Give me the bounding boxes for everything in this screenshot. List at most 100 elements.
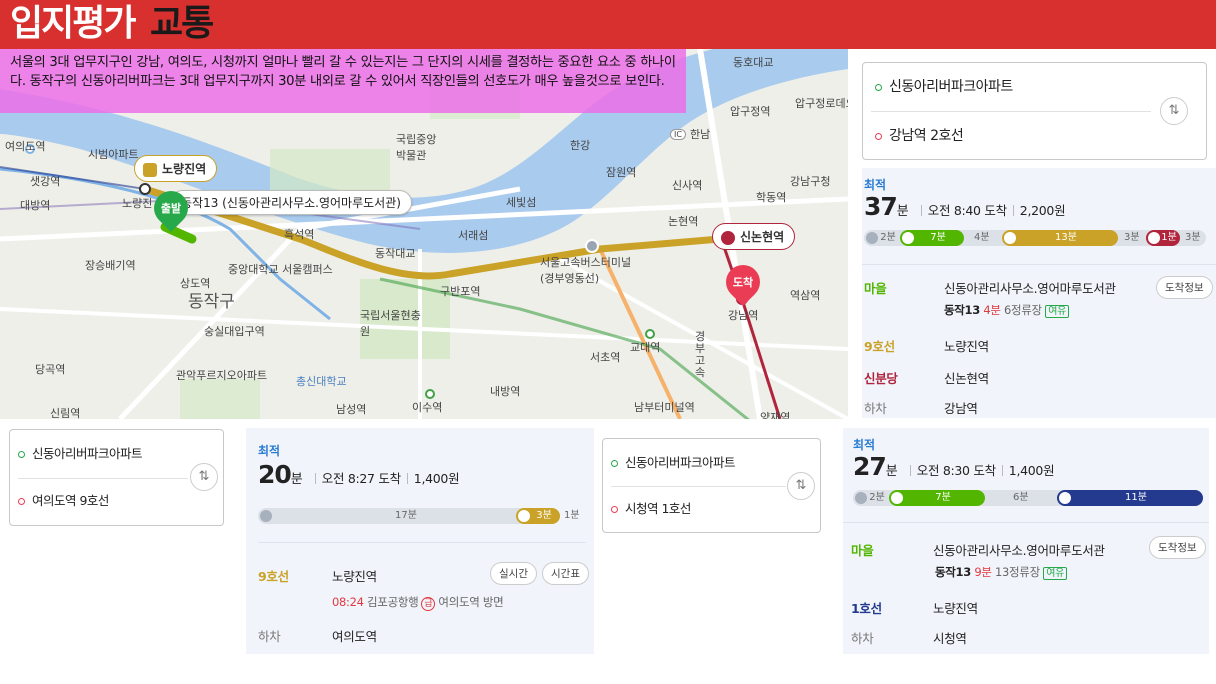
bus-route-tag[interactable]: 동작13 (신동아관리사무소.영어마루도서관)	[170, 190, 412, 215]
subway-icon	[1004, 232, 1016, 244]
minute-unit: 분	[896, 204, 909, 219]
route-summary[interactable]: 27분 오전 8:30 도착 1,400원	[853, 452, 1055, 481]
label-apgujeong: 압구정역	[730, 105, 771, 118]
from-text: 신동아리버파크아파트	[625, 455, 736, 470]
step-line9-stop[interactable]: 노량진역	[332, 566, 377, 585]
dest-dot-icon	[18, 498, 25, 505]
step-sinbundang-stop[interactable]: 신논현역	[944, 368, 989, 387]
timetable-button[interactable]: 시간표	[542, 562, 589, 585]
to-text: 시청역 1호선	[625, 501, 691, 516]
arrival-info-button[interactable]: 도착정보	[1156, 276, 1213, 299]
divider	[843, 522, 1209, 523]
label-gangnam: 강남역	[728, 309, 759, 322]
label-dongjak-bridge: 동작대교	[375, 247, 416, 260]
step-alight-stop[interactable]: 강남역	[944, 398, 978, 417]
to-field[interactable]: 강남역 2호선	[875, 125, 964, 145]
segment-line9-text: 3분	[536, 510, 552, 521]
from-field[interactable]: 신동아리버파크아파트	[611, 452, 736, 471]
label-express-terminal: 서울고속버스터미널(경부영동선)	[540, 256, 632, 285]
route-input-cityhall[interactable]: 신동아리버파크아파트 시청역 1호선 ⇅	[602, 438, 821, 533]
to-text: 여의도역 9호선	[32, 493, 109, 508]
to-field[interactable]: 여의도역 9호선	[18, 490, 109, 509]
label-daebang: 대방역	[20, 199, 51, 212]
origin-dot-icon	[875, 83, 882, 91]
label-isu: 이수역	[412, 401, 443, 414]
swap-icon[interactable]: ⇅	[787, 472, 815, 500]
fare: 2,200원	[1019, 203, 1066, 218]
realtime-button[interactable]: 실시간	[490, 562, 537, 585]
divider	[258, 542, 586, 543]
step-line9-stop[interactable]: 노량진역	[944, 336, 989, 355]
segment-walk-1: 17분	[258, 508, 554, 524]
step-bus-stop[interactable]: 신동아관리사무소.영어마루도서관	[944, 278, 1116, 297]
bus-wait: 4분	[983, 303, 1001, 317]
bus-icon	[902, 232, 914, 244]
walk-icon	[855, 492, 867, 504]
station-isu[interactable]	[425, 389, 435, 399]
result-panel-gangnam: 최적 37분 오전 8:40 도착 2,200원 2분 7분 4분 13분 3분 1…	[862, 168, 1216, 418]
route-summary[interactable]: 37분 오전 8:40 도착 2,200원	[864, 192, 1066, 221]
segment-walk-1: 2분	[864, 230, 900, 246]
label-dongho: 동호대교	[733, 56, 774, 69]
arrival-info-button[interactable]: 도착정보	[1149, 536, 1206, 559]
label-sinsa: 신사역	[672, 179, 703, 192]
description-box: 서울의 3대 업무지구인 강남, 여의도, 시청까지 얼마나 빨리 갈 수 있는…	[0, 49, 686, 113]
swap-icon[interactable]: ⇅	[190, 463, 218, 491]
total-minutes: 37	[864, 192, 898, 221]
segment-bus-text: 7분	[935, 492, 951, 503]
segment-sinbundang: 1분	[1146, 230, 1180, 246]
to-field[interactable]: 시청역 1호선	[611, 498, 691, 517]
step-alight-stop[interactable]: 여의도역	[332, 626, 377, 645]
route-summary[interactable]: 20분 오전 8:27 도착 1,400원	[258, 460, 460, 489]
best-label: 최적	[853, 438, 876, 452]
step-alight-stop[interactable]: 시청역	[933, 628, 967, 647]
bus-detail: 동작13 9분 13정류장 여유	[935, 564, 1068, 580]
bus-icon	[891, 492, 903, 504]
total-minutes: 20	[258, 460, 292, 489]
dest-dot-icon	[611, 506, 618, 513]
label-yeoksam: 역삼역	[790, 289, 821, 302]
subway-icon	[143, 162, 157, 177]
divider	[862, 264, 1216, 265]
from-field[interactable]: 신동아리버파크아파트	[18, 443, 143, 462]
station-gyodae[interactable]	[645, 329, 655, 339]
route-input-gangnam[interactable]: 신동아리버파크아파트 강남역 2호선 ⇅	[862, 62, 1207, 160]
express-terminal-icon	[585, 239, 599, 253]
walk-icon	[866, 232, 878, 244]
segment-walk-2: 6분	[1013, 492, 1029, 503]
result-panel-cityhall: 최적 27분 오전 8:30 도착 1,400원 2분 7분 6분 11분 마을 신…	[843, 428, 1209, 654]
from-text: 신동아리버파크아파트	[889, 79, 1013, 95]
step-bus-stop[interactable]: 신동아관리사무소.영어마루도서관	[933, 540, 1105, 559]
label-chongshin: 총신대학교	[296, 375, 347, 388]
bus-wait: 9분	[974, 565, 992, 579]
step-bus-mode: 마을	[851, 543, 874, 558]
dest-station-tag[interactable]: 신논현역	[712, 223, 796, 250]
label-yeouido: 여의도역	[5, 140, 46, 153]
origin-station-tag[interactable]: 노량진역	[134, 155, 218, 182]
label-namseong: 남성역	[336, 403, 367, 416]
label-seocho: 서초역	[590, 351, 621, 364]
segment-sinbundang-text: 1분	[1161, 232, 1177, 243]
step-alight-mode: 하차	[258, 629, 281, 644]
label-dongjakgu: 동작구	[188, 292, 235, 312]
subway-icon	[1059, 492, 1071, 504]
label-saetgang: 샛강역	[30, 175, 61, 188]
from-field[interactable]: 신동아리버파크아파트	[875, 76, 1013, 96]
header-banner: 입지평가 교통	[0, 0, 1216, 49]
label-gwanak: 관악푸르지오아파트	[176, 369, 268, 382]
swap-icon[interactable]: ⇅	[1160, 97, 1188, 125]
depart-time: 08:24	[332, 595, 364, 609]
origin-dot-icon	[18, 451, 25, 458]
route-input-yeouido[interactable]: 신동아리버파크아파트 여의도역 9호선 ⇅	[9, 429, 224, 526]
segment-line9: 3분	[516, 508, 560, 524]
train-direction: 김포공항행	[367, 595, 419, 609]
station-noryangjin[interactable]	[139, 183, 151, 195]
result-panel-yeouido: 최적 20분 오전 8:27 도착 1,400원 17분 3분 1분 9호선 노량진…	[246, 428, 594, 654]
best-label: 최적	[258, 444, 281, 458]
step-line9-mode: 9호선	[258, 569, 289, 584]
bus-stop-count: 13정류장	[994, 565, 1040, 579]
label-gubanpo: 구반포역	[440, 285, 481, 298]
arrival-time: 오전 8:27 도착	[321, 471, 401, 486]
step-line1-stop[interactable]: 노량진역	[933, 598, 978, 617]
fare: 1,400원	[1008, 463, 1055, 478]
